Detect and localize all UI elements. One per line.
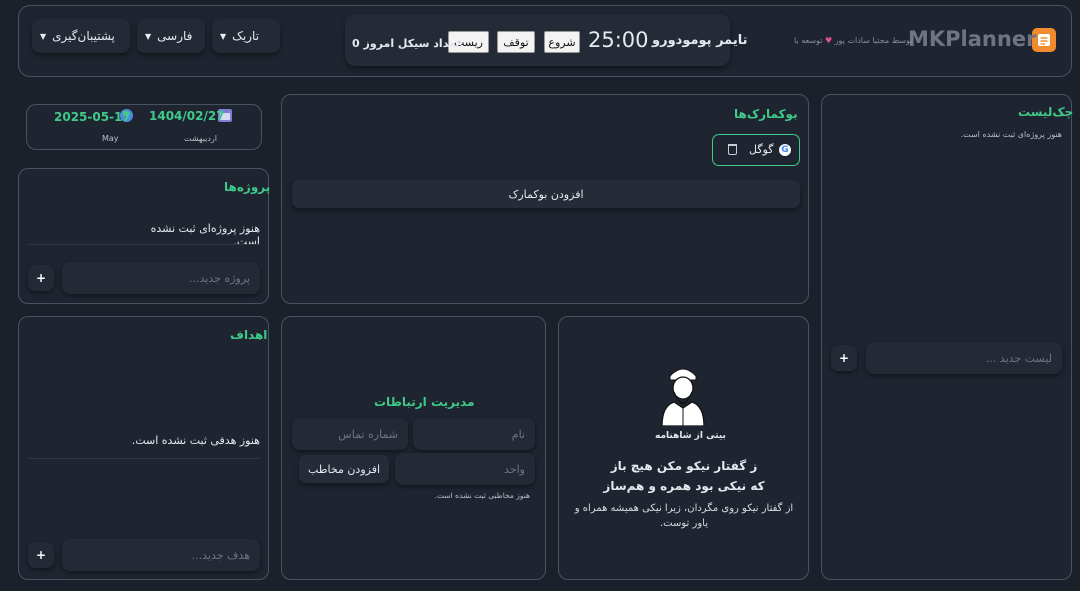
checklist-empty-text: هنوز پروژه‌ای ثبت نشده است. [960,130,1062,139]
shahnameh-panel [558,316,809,580]
bookmark-item[interactable]: G گوگل [712,134,800,166]
gregorian-date: 2025-05-17 [54,110,131,124]
timer-display: 25:00 [588,28,649,52]
shahnameh-caption: بیتی از شاهنامه [655,431,726,441]
gregorian-month: May [102,134,119,143]
new-checklist-input[interactable]: لیست جدید ... [866,342,1062,374]
divider [28,244,260,245]
cycle-counter: 0 تعداد سیکل امروز: [352,37,464,50]
backup-select-value: پشتیبان‌گیری [52,29,115,43]
checklist-title: چک‌لیست [1018,105,1074,119]
pomodoro-title: تایمر پومودورو [652,33,748,48]
contacts-empty-text: هنوز مخاطبی ثبت نشده است. [434,491,530,500]
heart-icon: ♥ [824,36,833,45]
projects-title: پروژه‌ها [224,180,271,194]
google-icon: G [779,144,791,156]
new-project-input[interactable]: پروژه جدید... [62,262,260,294]
trash-icon[interactable] [728,144,737,155]
theme-select[interactable]: ▼ تاریک [212,19,280,53]
bookmarks-title: بوکمارک‌ها [734,107,798,121]
goals-empty-text: هنوز هدفی ثبت نشده است. [131,434,260,447]
cycle-label: تعداد سیکل امروز: [363,37,464,50]
contact-unit-input[interactable]: واحد [395,453,535,485]
add-project-button[interactable]: + [28,265,54,291]
app-title: MKPlanner [908,27,1037,51]
add-goal-button[interactable]: + [28,542,54,568]
jalali-month: اردیبهشت [184,134,217,143]
theme-select-value: تاریک [232,29,260,43]
divider [28,458,260,459]
chevron-down-icon: ▼ [145,31,152,41]
checklist-panel [821,94,1072,580]
start-button[interactable]: شروع [544,31,580,53]
language-select[interactable]: ▼ فارسی [137,19,205,53]
new-goal-input[interactable]: هدف جدید... [62,539,260,571]
credit-suffix: توسط مجتبا سادات پور [834,36,913,45]
chevron-down-icon: ▼ [40,31,47,41]
pause-button[interactable]: توقف [497,31,535,53]
verse-line-1: ز گفتار نیکو مکن هیچ باز [610,459,758,473]
add-contact-button[interactable]: افزودن مخاطب [299,455,389,483]
bookmark-label: گوگل [749,143,774,156]
add-bookmark-button[interactable]: افزودن بوکمارک [292,180,800,208]
language-select-value: فارسی [157,29,193,43]
verse-line-2: که نیکی بود همره و هم‌ساز [603,479,765,493]
contact-phone-input[interactable]: شماره تماس [292,418,408,450]
credit-prefix: توسعه با [794,36,823,45]
backup-select[interactable]: ▼ پشتیبان‌گیری [32,19,130,53]
cycle-count: 0 [352,37,360,50]
ferdowsi-portrait [656,362,710,427]
developer-credit: توسط مجتبا سادات پور ♥ توسعه با [794,36,912,45]
contact-name-input[interactable]: نام [413,418,535,450]
add-checklist-button[interactable]: + [831,345,857,371]
goals-title: اهداف [230,328,268,342]
jalali-date: 1404/02/27 [149,109,225,123]
chevron-down-icon: ▼ [220,31,227,41]
verse-explanation: از گفتار نیکو روی مگردان، زیرا نیکی همیش… [574,503,794,529]
contacts-title: مدیریت ارتباطات [374,395,475,409]
